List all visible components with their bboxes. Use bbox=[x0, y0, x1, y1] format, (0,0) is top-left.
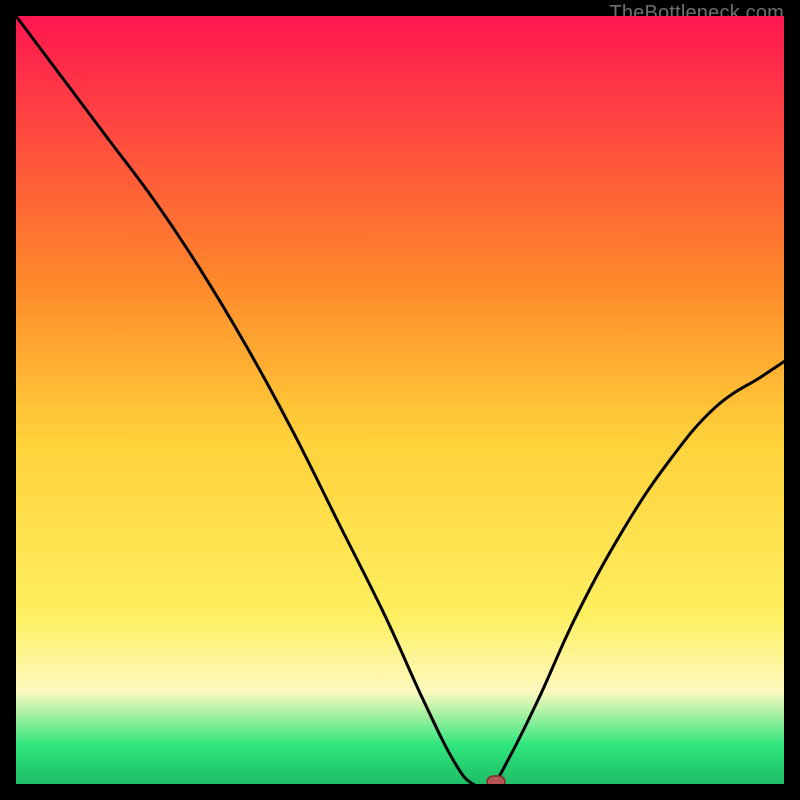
bottleneck-chart bbox=[16, 16, 784, 784]
gradient-background bbox=[16, 16, 784, 784]
chart-frame: TheBottleneck.com bbox=[16, 16, 784, 784]
optimal-point-marker bbox=[487, 776, 505, 784]
